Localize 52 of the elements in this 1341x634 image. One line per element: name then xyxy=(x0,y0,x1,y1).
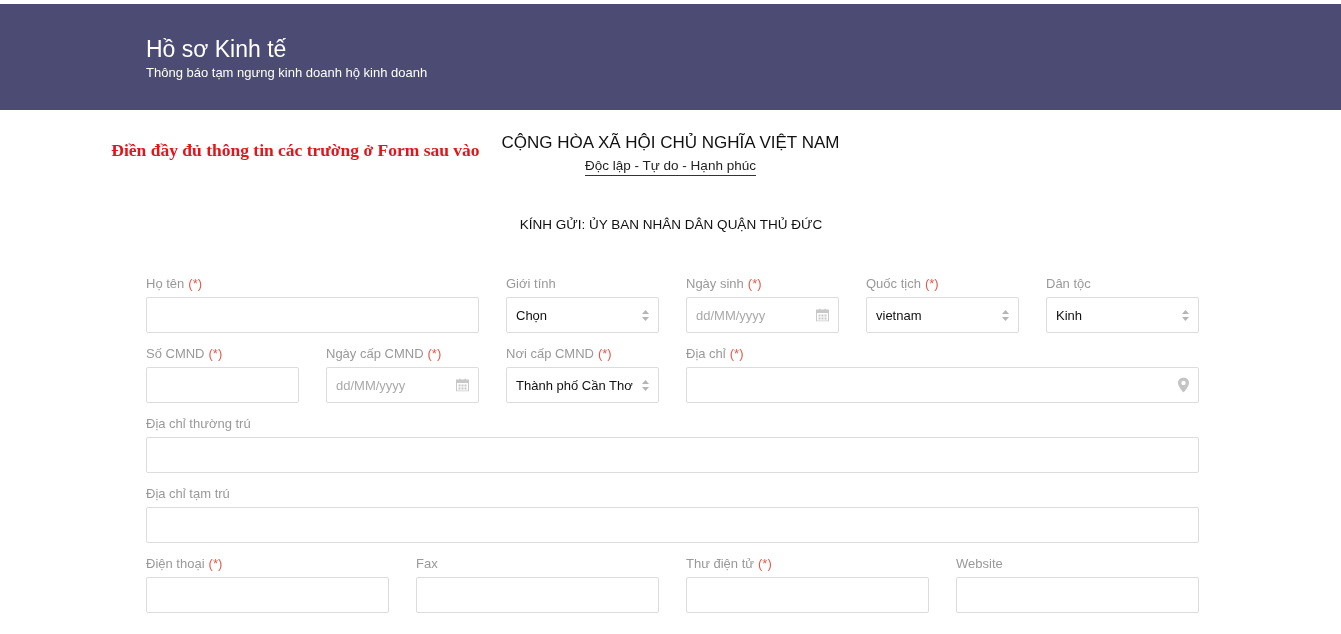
field-label: Ngày sinh xyxy=(686,276,744,291)
field-label: Địa chỉ tạm trú xyxy=(146,486,230,501)
required-mark: (*) xyxy=(598,346,612,361)
field-label: Giới tính xyxy=(506,276,556,291)
text-field[interactable] xyxy=(956,577,1199,613)
text-field[interactable] xyxy=(146,507,1199,543)
select-field[interactable]: Thành phố Cần Thơ xyxy=(506,367,659,403)
field-label: Ngày cấp CMND xyxy=(326,346,424,361)
field-label: Fax xyxy=(416,556,438,571)
sort-caret-icon xyxy=(1002,309,1009,321)
date-field[interactable]: dd/MM/yyyy xyxy=(686,297,839,333)
required-mark: (*) xyxy=(188,276,203,291)
calendar-icon xyxy=(456,378,469,392)
calendar-icon xyxy=(816,308,829,322)
field-label: Website xyxy=(956,556,1003,571)
recipient-text: KÍNH GỬI: ỦY BAN NHÂN DÂN QUẬN THỦ ĐỨC xyxy=(518,217,824,232)
date-field[interactable]: dd/MM/yyyy xyxy=(326,367,479,403)
page-subtitle: Thông báo tạm ngưng kinh doanh hộ kinh doanh xyxy=(146,65,429,80)
field-label: Họ tên xyxy=(146,276,185,291)
sort-caret-icon xyxy=(642,309,649,321)
sort-caret-icon xyxy=(642,379,649,391)
map-pin-icon xyxy=(1178,377,1189,393)
required-mark: (*) xyxy=(747,276,762,291)
instruction-text: Điền đầy đủ thông tin các trường ở Form sau vào xyxy=(111,140,480,162)
field-label: Số CMND xyxy=(146,346,205,361)
text-field[interactable] xyxy=(416,577,659,613)
field-label: Điện thoại xyxy=(146,556,205,571)
text-field[interactable] xyxy=(146,297,479,333)
text-field[interactable] xyxy=(146,577,389,613)
required-mark: (*) xyxy=(758,556,772,571)
field-label: Dân tộc xyxy=(1046,276,1091,291)
field-label: Nơi cấp CMND xyxy=(506,346,594,361)
select-field[interactable]: vietnam xyxy=(866,297,1019,333)
app-title: Hồ sơ Kinh tế xyxy=(146,35,288,63)
field-label: Quốc tịch xyxy=(866,276,921,291)
field-label: Thư điện tử xyxy=(686,556,754,571)
select-field[interactable]: Chọn xyxy=(506,297,659,333)
sort-caret-icon xyxy=(1182,309,1189,321)
required-mark: (*) xyxy=(924,276,939,291)
select-field[interactable]: Kinh xyxy=(1046,297,1199,333)
text-field[interactable] xyxy=(146,367,299,403)
required-mark: (*) xyxy=(729,346,744,361)
text-field[interactable] xyxy=(146,437,1199,473)
nation-heading: CỘNG HÒA XÃ HỘI CHỦ NGHĨA VIỆT NAM xyxy=(501,133,840,153)
required-mark: (*) xyxy=(208,556,223,571)
field-label: Địa chỉ thường trú xyxy=(146,416,251,431)
required-mark: (*) xyxy=(208,346,223,361)
field-label: Địa chỉ xyxy=(686,346,726,361)
address-field[interactable] xyxy=(686,367,1199,403)
required-mark: (*) xyxy=(427,346,442,361)
motto-text: Độc lập - Tự do - Hạnh phúc xyxy=(585,158,756,176)
text-field[interactable] xyxy=(686,577,929,613)
